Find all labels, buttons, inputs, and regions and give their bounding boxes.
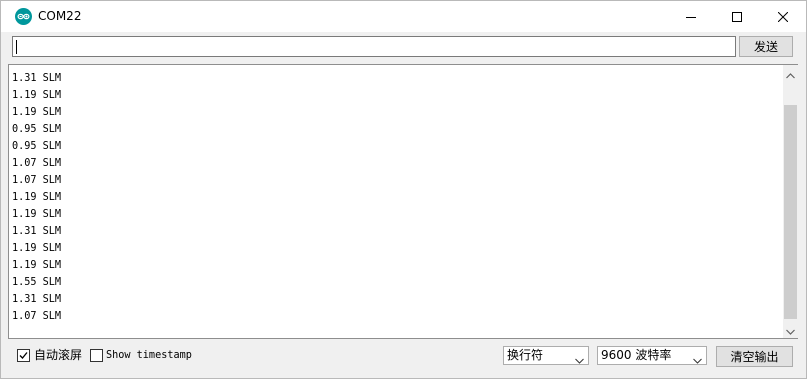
chevron-down-icon xyxy=(693,352,702,364)
autoscroll-checkbox[interactable] xyxy=(17,349,30,362)
output-line: 1.07 SLM xyxy=(12,175,62,186)
close-icon xyxy=(777,7,789,26)
output-line: 1.31 SLM xyxy=(12,226,62,237)
send-button[interactable]: 发送 xyxy=(739,36,793,57)
vertical-scrollbar[interactable] xyxy=(783,65,798,338)
output-line: 1.19 SLM xyxy=(12,192,62,203)
minimize-button[interactable] xyxy=(668,1,714,32)
line-ending-value: 换行符 xyxy=(507,348,544,362)
scroll-up-button[interactable] xyxy=(783,65,798,82)
scroll-thumb[interactable] xyxy=(784,105,797,319)
autoscroll-label[interactable]: 自动滚屏 xyxy=(34,347,82,364)
serial-monitor-window: COM22 发送 1.31 SLM 1.19 SLM 1.19 SLM 0.95 SL… xyxy=(0,0,807,379)
output-line: 1.19 SLM xyxy=(12,260,62,271)
output-line: 0.95 SLM xyxy=(12,141,62,152)
output-line: 1.31 SLM xyxy=(12,294,62,305)
clear-output-button[interactable]: 清空输出 xyxy=(716,346,793,367)
chevron-down-icon xyxy=(575,352,584,364)
baud-rate-select[interactable]: 9600 波特率 xyxy=(597,346,707,365)
output-line: 1.19 SLM xyxy=(12,243,62,254)
timestamp-checkbox[interactable] xyxy=(90,349,103,362)
chevron-down-icon xyxy=(786,320,795,339)
scroll-down-button[interactable] xyxy=(783,321,798,338)
close-button[interactable] xyxy=(760,1,806,32)
bottom-toolbar: 自动滚屏 Show timestamp 换行符 9600 波特率 清空输出 xyxy=(1,341,806,378)
output-line: 0.95 SLM xyxy=(12,124,62,135)
serial-output[interactable]: 1.31 SLM 1.19 SLM 1.19 SLM 0.95 SLM 0.95 SLM… xyxy=(8,64,798,339)
output-lines: 1.31 SLM 1.19 SLM 1.19 SLM 0.95 SLM 0.95 SLM… xyxy=(12,70,61,325)
output-line: 1.19 SLM xyxy=(12,90,62,101)
output-line: 1.19 SLM xyxy=(12,209,62,220)
title-bar[interactable]: COM22 xyxy=(1,1,806,32)
output-line: 1.55 SLM xyxy=(12,277,62,288)
output-line: 1.07 SLM xyxy=(12,311,62,322)
text-caret xyxy=(16,40,17,54)
checkmark-icon xyxy=(19,352,28,359)
output-line: 1.31 SLM xyxy=(12,73,62,84)
minimize-icon xyxy=(686,7,696,26)
baud-rate-value: 9600 波特率 xyxy=(601,348,672,362)
chevron-up-icon xyxy=(786,64,795,83)
output-line: 1.19 SLM xyxy=(12,107,62,118)
send-input[interactable] xyxy=(12,36,736,57)
window-title: COM22 xyxy=(38,9,82,23)
maximize-icon xyxy=(732,7,742,26)
arduino-icon xyxy=(15,8,32,25)
timestamp-label[interactable]: Show timestamp xyxy=(106,347,192,364)
output-line: 1.07 SLM xyxy=(12,158,62,169)
maximize-button[interactable] xyxy=(714,1,760,32)
line-ending-select[interactable]: 换行符 xyxy=(503,346,589,365)
